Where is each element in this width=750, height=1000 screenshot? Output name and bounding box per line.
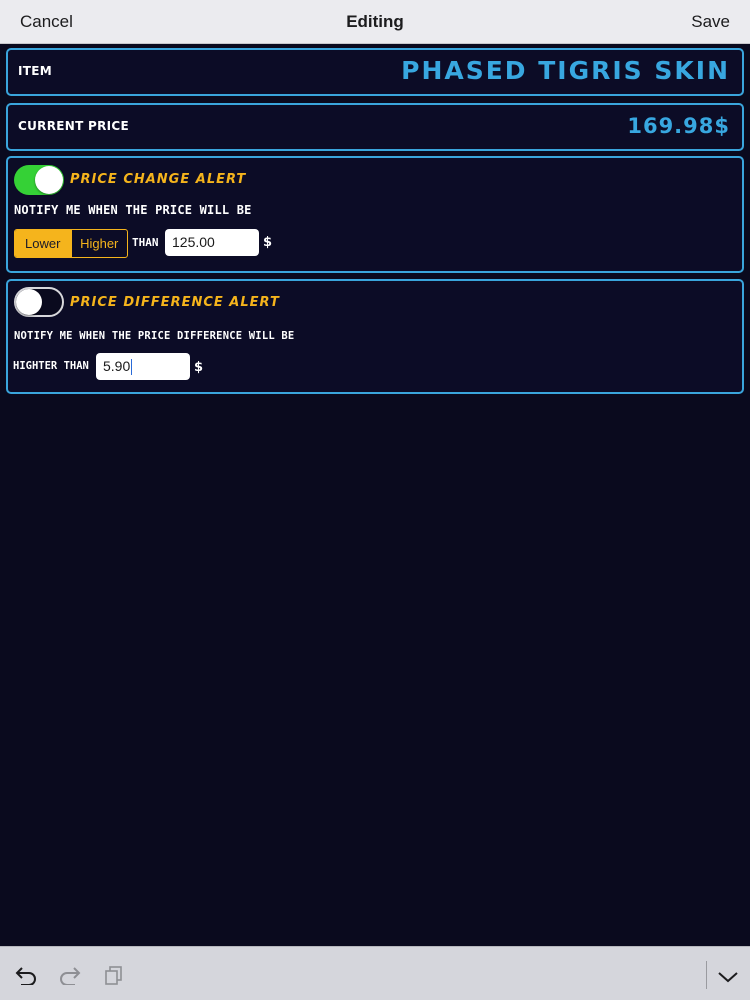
price-difference-alert-title: PRICE DIFFERENCE ALERT	[70, 295, 280, 310]
currency-symbol: $	[194, 360, 204, 375]
redo-icon[interactable]	[58, 965, 82, 989]
current-price-label: CURRENT PRICE	[18, 119, 130, 133]
price-difference-alert-toggle[interactable]	[14, 287, 64, 317]
keyboard-shortcut-bar	[0, 946, 750, 1000]
toggle-knob	[35, 166, 63, 194]
price-difference-input[interactable]: 5.90	[96, 353, 190, 380]
keyboard-dismiss-icon[interactable]	[717, 969, 739, 988]
undo-icon[interactable]	[14, 965, 38, 989]
cancel-button[interactable]: Cancel	[20, 12, 73, 32]
price-change-alert-title: PRICE CHANGE ALERT	[70, 172, 247, 187]
current-price-card: CURRENT PRICE 169.98$	[6, 103, 744, 151]
segment-higher[interactable]: Higher	[70, 230, 128, 257]
current-price-value: 169.98$	[627, 114, 730, 138]
price-difference-value: 5.90	[103, 358, 131, 374]
price-change-alert-toggle[interactable]	[14, 165, 64, 195]
page-title: Editing	[346, 12, 404, 31]
lower-higher-segmented-control: Lower Higher	[14, 229, 128, 258]
item-card: ITEM PHASED TIGRIS SKIN	[6, 48, 744, 96]
toolbar-divider	[706, 961, 707, 989]
higher-than-label: HIGHTER THAN	[13, 360, 89, 372]
currency-symbol: $	[263, 235, 273, 250]
than-label: THAN	[132, 236, 159, 249]
price-change-description: NOTIFY ME WHEN THE PRICE WILL BE	[14, 203, 252, 217]
price-threshold-input[interactable]: 125.00	[165, 229, 259, 256]
toggle-knob	[16, 289, 42, 315]
text-caret	[131, 359, 133, 376]
price-difference-description: NOTIFY ME WHEN THE PRICE DIFFERENCE WILL…	[14, 330, 295, 342]
item-label: ITEM	[18, 64, 52, 78]
navigation-bar: Editing Cancel Save	[0, 0, 750, 44]
save-button[interactable]: Save	[691, 12, 730, 32]
price-difference-alert-card: PRICE DIFFERENCE ALERT NOTIFY ME WHEN TH…	[6, 279, 744, 394]
paste-icon[interactable]	[104, 965, 126, 989]
item-name: PHASED TIGRIS SKIN	[401, 56, 730, 85]
segment-lower[interactable]: Lower	[15, 230, 71, 257]
price-change-alert-card: PRICE CHANGE ALERT NOTIFY ME WHEN THE PR…	[6, 156, 744, 273]
